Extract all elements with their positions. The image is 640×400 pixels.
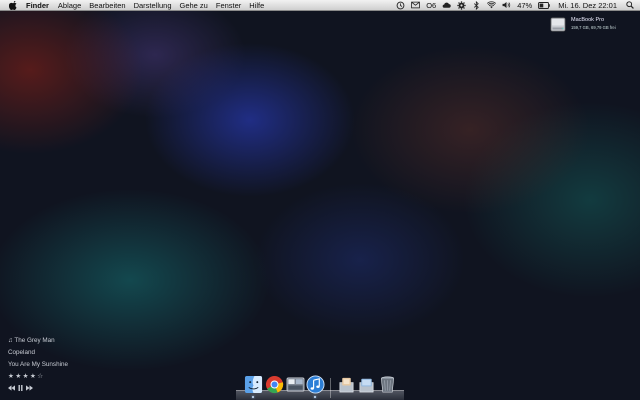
pause-icon[interactable] [18,385,23,391]
finder-running-indicator [252,396,254,398]
now-playing-album: You Are My Sunshine [8,361,68,368]
menubar-clock[interactable]: Mi. 16. Dez 22:01 [558,0,617,11]
now-playing-rating[interactable]: ★★★★☆ [8,372,45,380]
hard-drive-stats: 159,7 GB, 69,79 GB frei [571,25,616,30]
dashboard-icon[interactable] [286,375,305,394]
menu-finder[interactable]: Finder [26,0,49,11]
menu-ablage[interactable]: Ablage [58,0,81,11]
apple-menu-icon[interactable] [9,0,18,10]
now-playing-track: ♫ The Grey Man [8,337,55,344]
dock [236,372,404,400]
menu-bearbeiten[interactable]: Bearbeiten [89,0,125,11]
mail-icon[interactable] [411,1,421,10]
finder-icon[interactable] [244,375,263,394]
battery-icon[interactable] [538,1,551,10]
time-machine-icon[interactable] [396,1,405,10]
gear-icon[interactable] [457,0,466,10]
itunes-icon[interactable] [306,375,325,394]
menu-hilfe[interactable]: Hilfe [249,0,264,11]
battery-percent[interactable]: 47% [517,0,532,11]
cloud-icon[interactable] [442,1,451,10]
hard-drive-desktop-item[interactable]: MacBook Pro 159,7 GB, 69,79 GB frei [550,15,636,37]
previous-track-icon[interactable] [8,385,15,391]
wifi-icon[interactable] [487,1,497,10]
hard-drive-icon[interactable] [550,17,566,32]
next-track-icon[interactable] [26,385,33,391]
documents-stack-icon[interactable] [357,375,376,394]
spotlight-search-icon[interactable] [625,1,634,10]
hard-drive-label: MacBook Pro [571,17,605,23]
now-playing-artist: Copeland [8,349,35,356]
volume-icon[interactable] [502,1,511,10]
trash-icon[interactable] [378,375,397,394]
menu-gehe-zu[interactable]: Gehe zu [180,0,208,11]
downloads-stack-icon[interactable] [337,375,356,394]
dock-separator [330,378,331,398]
now-playing-controls [8,385,33,391]
itunes-running-indicator [314,396,316,398]
menu-fenster[interactable]: Fenster [216,0,241,11]
chrome-icon[interactable] [265,375,284,394]
menu-darstellung[interactable]: Darstellung [134,0,172,11]
menu-bar: Finder Ablage Bearbeiten Darstellung Geh… [0,0,640,11]
menubar-extra-text[interactable]: O6 [426,0,436,11]
bluetooth-icon[interactable] [472,0,481,10]
